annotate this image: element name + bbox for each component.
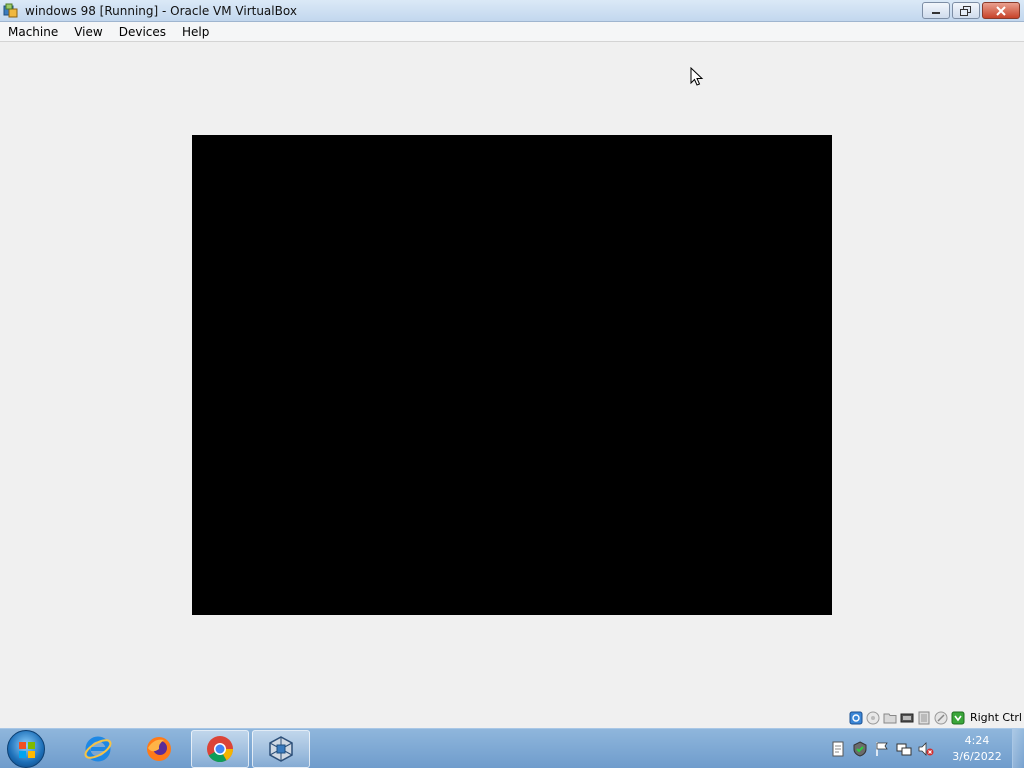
security-icon[interactable] — [852, 741, 868, 757]
window-controls — [922, 2, 1020, 19]
clock-time: 4:24 — [964, 734, 990, 747]
title-bar[interactable]: windows 98 [Running] - Oracle VM Virtual… — [0, 0, 1024, 22]
firefox-icon — [147, 736, 171, 761]
optical-drive-icon[interactable] — [866, 711, 880, 725]
mouse-cursor-icon — [690, 67, 704, 86]
start-button[interactable] — [7, 729, 45, 768]
hard-disk-icon[interactable] — [849, 711, 863, 725]
taskbar-internet-explorer[interactable] — [69, 730, 127, 768]
volume-muted-icon[interactable] — [918, 741, 934, 757]
show-desktop-button[interactable] — [1012, 729, 1024, 768]
menu-machine[interactable]: Machine — [0, 22, 66, 42]
window-title: windows 98 [Running] - Oracle VM Virtual… — [25, 3, 297, 18]
restore-icon — [960, 5, 971, 16]
virtualbox-icon — [269, 735, 293, 762]
taskbar-virtualbox[interactable] — [252, 729, 310, 768]
clock-date: 3/6/2022 — [952, 750, 1002, 763]
usb-icon[interactable] — [917, 711, 931, 725]
action-center-flag-icon[interactable] — [874, 741, 890, 757]
menu-bar: Machine View Devices Help — [0, 22, 1024, 42]
network-icon[interactable] — [900, 711, 914, 725]
chrome-icon — [207, 735, 234, 762]
close-button[interactable] — [982, 2, 1020, 19]
close-icon — [996, 5, 1006, 16]
menu-view[interactable]: View — [66, 22, 110, 42]
mouse-integration-icon[interactable] — [951, 711, 965, 725]
display-icon[interactable] — [934, 711, 948, 725]
virtualbox-icon — [3, 3, 19, 19]
taskbar-firefox[interactable] — [130, 730, 188, 768]
internet-explorer-icon — [84, 736, 112, 761]
restore-button[interactable] — [952, 2, 980, 19]
system-tray: 4:24 3/6/2022 — [830, 729, 1010, 768]
network-tray-icon[interactable] — [896, 741, 912, 757]
menu-help[interactable]: Help — [174, 22, 217, 42]
vm-status-bar: Right Ctrl — [0, 707, 1024, 728]
vm-display-area[interactable] — [0, 43, 1024, 707]
notes-icon[interactable] — [830, 741, 846, 757]
clock[interactable]: 4:24 3/6/2022 — [944, 733, 1010, 765]
vm-screen[interactable] — [192, 135, 832, 615]
shared-folders-icon[interactable] — [883, 711, 897, 725]
menu-devices[interactable]: Devices — [111, 22, 174, 42]
taskbar: 4:24 3/6/2022 — [0, 728, 1024, 768]
minimize-icon — [932, 11, 940, 14]
taskbar-chrome[interactable] — [191, 729, 249, 768]
minimize-button[interactable] — [922, 2, 950, 19]
host-key-label: Right Ctrl — [969, 711, 1022, 724]
windows-logo-icon — [19, 741, 35, 758]
